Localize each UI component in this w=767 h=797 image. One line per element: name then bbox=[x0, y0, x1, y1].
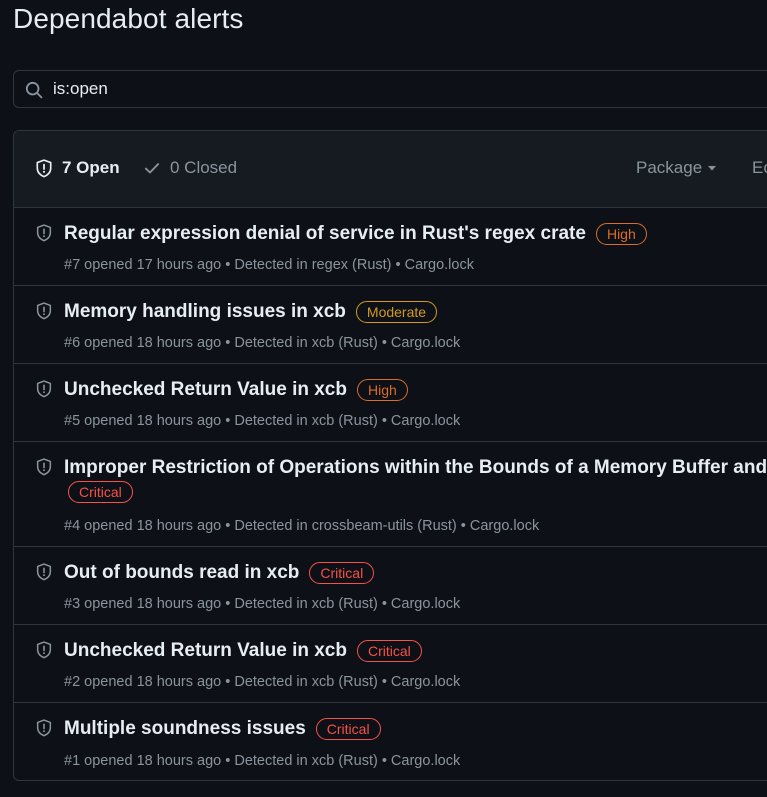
alert-meta: #7 opened 17 hours ago • Detected in reg… bbox=[64, 257, 474, 273]
alert-title-link[interactable]: Unchecked Return Value in xcb bbox=[64, 639, 347, 663]
alert-title-line: Regular expression denial of service in … bbox=[64, 222, 647, 246]
alert-title-line: Memory handling issues in xcb Moderate bbox=[64, 300, 438, 324]
open-filter[interactable]: 7 Open bbox=[35, 158, 120, 178]
closed-filter[interactable]: 0 Closed bbox=[143, 158, 237, 178]
shield-icon bbox=[36, 158, 52, 177]
ecosystem-filter-dropdown[interactable]: Ecosystem bbox=[752, 158, 767, 178]
alert-title-link[interactable]: Multiple soundness issues bbox=[64, 717, 306, 741]
package-filter-dropdown[interactable]: Package bbox=[636, 158, 718, 178]
alert-row[interactable]: Memory handling issues in xcb Moderate #… bbox=[14, 286, 767, 364]
alert-row[interactable]: Regular expression denial of service in … bbox=[14, 208, 767, 286]
alert-title-link[interactable]: Unchecked Return Value in xcb bbox=[64, 378, 347, 402]
alert-title-link[interactable]: Regular expression denial of service in … bbox=[64, 222, 586, 246]
alert-row[interactable]: Improper Restriction of Operations withi… bbox=[14, 442, 767, 547]
severity-badge: Critical bbox=[356, 640, 422, 662]
alert-title-line: Unchecked Return Value in xcb High bbox=[64, 378, 408, 402]
alerts-list-header: 7 Open 0 Closed Package Ecosystem bbox=[14, 131, 767, 208]
severity-badge: Critical bbox=[315, 718, 381, 740]
search-input[interactable] bbox=[53, 71, 753, 107]
alerts-list: 7 Open 0 Closed Package Ecosystem bbox=[13, 130, 767, 781]
alert-meta: #2 opened 18 hours ago • Detected in xcb… bbox=[64, 674, 461, 690]
shield-alert-icon bbox=[36, 563, 52, 581]
alert-title-link[interactable]: Out of bounds read in xcb bbox=[64, 561, 299, 585]
severity-badge: Moderate bbox=[355, 301, 438, 323]
page-title: Dependabot alerts bbox=[13, 3, 244, 34]
alert-title-line: Improper Restriction of Operations withi… bbox=[64, 456, 767, 480]
caret-down-icon bbox=[708, 166, 717, 171]
severity-badge: High bbox=[595, 223, 647, 245]
alert-title-link[interactable]: Memory handling issues in xcb bbox=[64, 300, 346, 324]
search-box[interactable] bbox=[13, 70, 767, 108]
severity-badge: High bbox=[356, 379, 408, 401]
shield-alert-icon bbox=[36, 458, 52, 476]
alert-meta: #6 opened 18 hours ago • Detected in xcb… bbox=[64, 335, 461, 351]
shield-alert-icon bbox=[36, 641, 52, 659]
alert-title-line: Out of bounds read in xcb Critical bbox=[64, 561, 375, 585]
alert-row[interactable]: Unchecked Return Value in xcb Critical #… bbox=[14, 625, 767, 703]
severity-badge: Critical bbox=[68, 481, 133, 503]
alert-row[interactable]: Unchecked Return Value in xcb High #5 op… bbox=[14, 364, 767, 442]
alert-row[interactable]: Multiple soundness issues Critical #1 op… bbox=[14, 703, 767, 780]
alert-title-line: Unchecked Return Value in xcb Critical bbox=[64, 639, 422, 663]
shield-alert-icon bbox=[36, 302, 52, 320]
alert-meta: #5 opened 18 hours ago • Detected in xcb… bbox=[64, 413, 461, 429]
alert-title-link[interactable]: Improper Restriction of Operations withi… bbox=[64, 456, 767, 480]
shield-alert-icon bbox=[36, 719, 52, 737]
shield-alert-icon bbox=[36, 380, 52, 398]
alert-meta: #4 opened 18 hours ago • Detected in cro… bbox=[64, 518, 540, 534]
package-filter-label: Package bbox=[636, 158, 703, 177]
alert-meta: #1 opened 18 hours ago • Detected in xcb… bbox=[64, 753, 461, 769]
shield-alert-icon bbox=[36, 224, 52, 242]
check-icon bbox=[144, 163, 160, 174]
severity-badge-wrap: Critical bbox=[68, 481, 133, 503]
open-count-label: 7 Open bbox=[62, 158, 120, 177]
alert-title-line: Multiple soundness issues Critical bbox=[64, 717, 381, 741]
closed-count-label: 0 Closed bbox=[170, 158, 238, 177]
alert-meta: #3 opened 18 hours ago • Detected in xcb… bbox=[64, 596, 461, 612]
search-icon bbox=[25, 81, 43, 99]
ecosystem-filter-label: Ecosystem bbox=[752, 158, 767, 177]
page: Dependabot alerts 7 Open 0 Closed bbox=[0, 0, 767, 797]
severity-badge: Critical bbox=[309, 562, 375, 584]
alert-row[interactable]: Out of bounds read in xcb Critical #3 op… bbox=[14, 547, 767, 625]
